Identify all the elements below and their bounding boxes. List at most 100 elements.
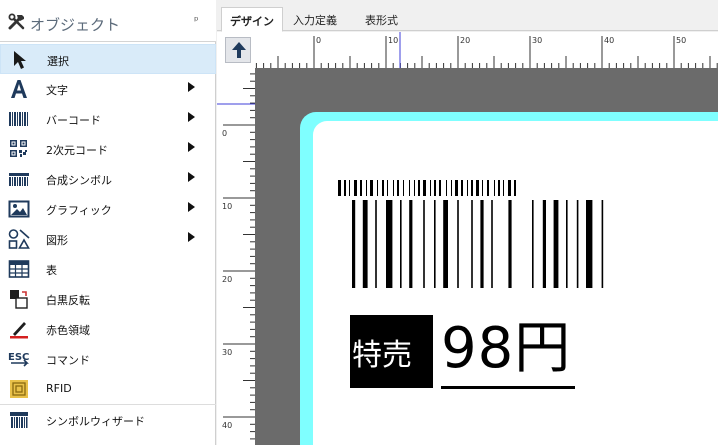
barcode-bar <box>443 200 448 288</box>
barcode-bar <box>467 180 468 196</box>
barcode-bar <box>514 180 516 196</box>
barcode-bar <box>532 200 534 288</box>
cursor-icon <box>9 50 31 70</box>
pin-icon[interactable]: ᵖ <box>194 14 199 27</box>
tab-input-definition[interactable]: 入力定義 <box>293 12 337 28</box>
barcode-bar <box>338 180 341 196</box>
horizontal-ruler[interactable]: 0 10 20 30 40 50 <box>255 32 718 68</box>
barcode-bar <box>491 200 493 288</box>
object-item-label: 赤色領域 <box>46 324 90 337</box>
submenu-arrow-icon[interactable] <box>188 82 195 92</box>
tab-design[interactable]: デザイン <box>221 7 283 32</box>
barcode-object[interactable] <box>338 180 606 293</box>
object-item-label: 文字 <box>46 84 68 97</box>
text-a-icon <box>8 79 30 99</box>
object-panel: オブジェクト ᵖ 選択 文字 バーコード 2次元コード 合成シンボル グラフィッ… <box>0 0 216 445</box>
ruler-label: 30 <box>532 36 542 45</box>
object-item-label: シンボルウィザード <box>46 415 145 428</box>
object-item-label: 図形 <box>46 234 68 247</box>
invert-icon <box>8 289 30 309</box>
barcode-bar <box>344 180 346 196</box>
object-item-2d-code[interactable]: 2次元コード <box>0 134 216 164</box>
barcode-bar <box>553 200 559 288</box>
scroll-to-top-button[interactable] <box>225 37 251 63</box>
object-item-label: グラフィック <box>46 204 112 217</box>
view-tabs: デザイン 入力定義 表形式 <box>217 0 718 32</box>
barcode-bar <box>461 180 463 196</box>
object-item-rfid[interactable]: RFID <box>0 374 216 404</box>
table-icon <box>8 259 30 279</box>
object-item-label: バーコード <box>46 114 101 127</box>
object-item-label: RFID <box>46 382 72 395</box>
barcode-bar <box>482 180 483 196</box>
barcode-bar <box>476 180 479 196</box>
price-tag-text[interactable]: 特売 <box>352 330 412 374</box>
barcode-bar <box>508 180 511 196</box>
submenu-arrow-icon[interactable] <box>188 202 195 212</box>
object-panel-header: オブジェクト ᵖ <box>0 0 216 42</box>
barcode-bar <box>434 200 436 288</box>
price-underline <box>441 386 575 389</box>
object-item-composite-symbol[interactable]: 合成シンボル <box>0 164 216 194</box>
barcode-bar <box>430 180 431 196</box>
label-designer-window: オブジェクト ᵖ 選択 文字 バーコード 2次元コード 合成シンボル グラフィッ… <box>0 0 718 445</box>
barcode-bar <box>360 180 362 196</box>
barcode-bar <box>446 180 447 196</box>
ruler-label: 0 <box>316 36 321 45</box>
submenu-arrow-icon[interactable] <box>188 142 195 152</box>
red-area-icon <box>8 319 30 339</box>
object-item-label: 白黒反転 <box>46 294 90 307</box>
barcode-bar <box>362 200 368 288</box>
barcode-bar <box>418 180 420 196</box>
barcode-bar <box>423 200 425 288</box>
qr-code-icon <box>8 139 30 159</box>
object-item-label: コマンド <box>46 354 90 367</box>
image-icon <box>8 199 30 219</box>
barcode-bar <box>480 200 484 288</box>
barcode-bar <box>586 200 593 288</box>
barcode-bar <box>542 200 546 288</box>
object-item-barcode[interactable]: バーコード <box>0 104 216 134</box>
composite-symbol-icon <box>8 169 30 189</box>
vertical-ruler[interactable]: 0 10 20 30 40 <box>217 68 255 445</box>
label-workspace[interactable]: 特売 98円 <box>255 68 718 445</box>
barcode-bar <box>439 180 441 196</box>
tools-icon <box>8 13 26 31</box>
object-item-graphic[interactable]: グラフィック <box>0 194 216 224</box>
ruler-label: 10 <box>388 36 398 45</box>
object-item-label: 合成シンボル <box>46 174 112 187</box>
submenu-arrow-icon[interactable] <box>188 172 195 182</box>
ruler-label: 10 <box>222 202 232 211</box>
object-item-symbol-wizard[interactable]: シンボルウィザード <box>0 404 216 434</box>
price-text[interactable]: 98円 <box>441 317 571 381</box>
object-item-red-area[interactable]: 赤色領域 <box>0 314 216 344</box>
tab-table-format[interactable]: 表形式 <box>365 12 398 28</box>
object-list: 選択 文字 バーコード 2次元コード 合成シンボル グラフィック 図形 表 白黒… <box>0 44 216 434</box>
object-item-text[interactable]: 文字 <box>0 74 216 104</box>
ruler-label: 0 <box>222 129 227 138</box>
ruler-label: 40 <box>604 36 614 45</box>
barcode-bar <box>370 180 373 196</box>
submenu-arrow-icon[interactable] <box>188 232 195 242</box>
object-item-table[interactable]: 表 <box>0 254 216 284</box>
barcode-icon <box>8 109 30 129</box>
barcode-bar <box>498 180 500 196</box>
barcode-bar <box>400 200 402 288</box>
object-item-select[interactable]: 選択 <box>0 44 216 74</box>
barcode-bar <box>409 180 410 196</box>
object-item-invert[interactable]: 白黒反転 <box>0 284 216 314</box>
barcode-bar <box>576 200 579 288</box>
submenu-arrow-icon[interactable] <box>188 112 195 122</box>
object-item-command[interactable]: ESC コマンド <box>0 344 216 374</box>
object-item-label: 2次元コード <box>46 144 108 157</box>
symbol-wizard-icon <box>8 410 30 430</box>
barcode-bar <box>352 200 356 288</box>
barcode-bar <box>471 180 473 196</box>
object-item-shapes[interactable]: 図形 <box>0 224 216 254</box>
rfid-icon <box>8 379 30 399</box>
barcode-bar <box>403 180 404 196</box>
barcode-bar <box>508 200 512 288</box>
shapes-icon <box>8 229 30 249</box>
barcode-bar <box>457 200 459 288</box>
barcode-bar <box>387 180 388 196</box>
